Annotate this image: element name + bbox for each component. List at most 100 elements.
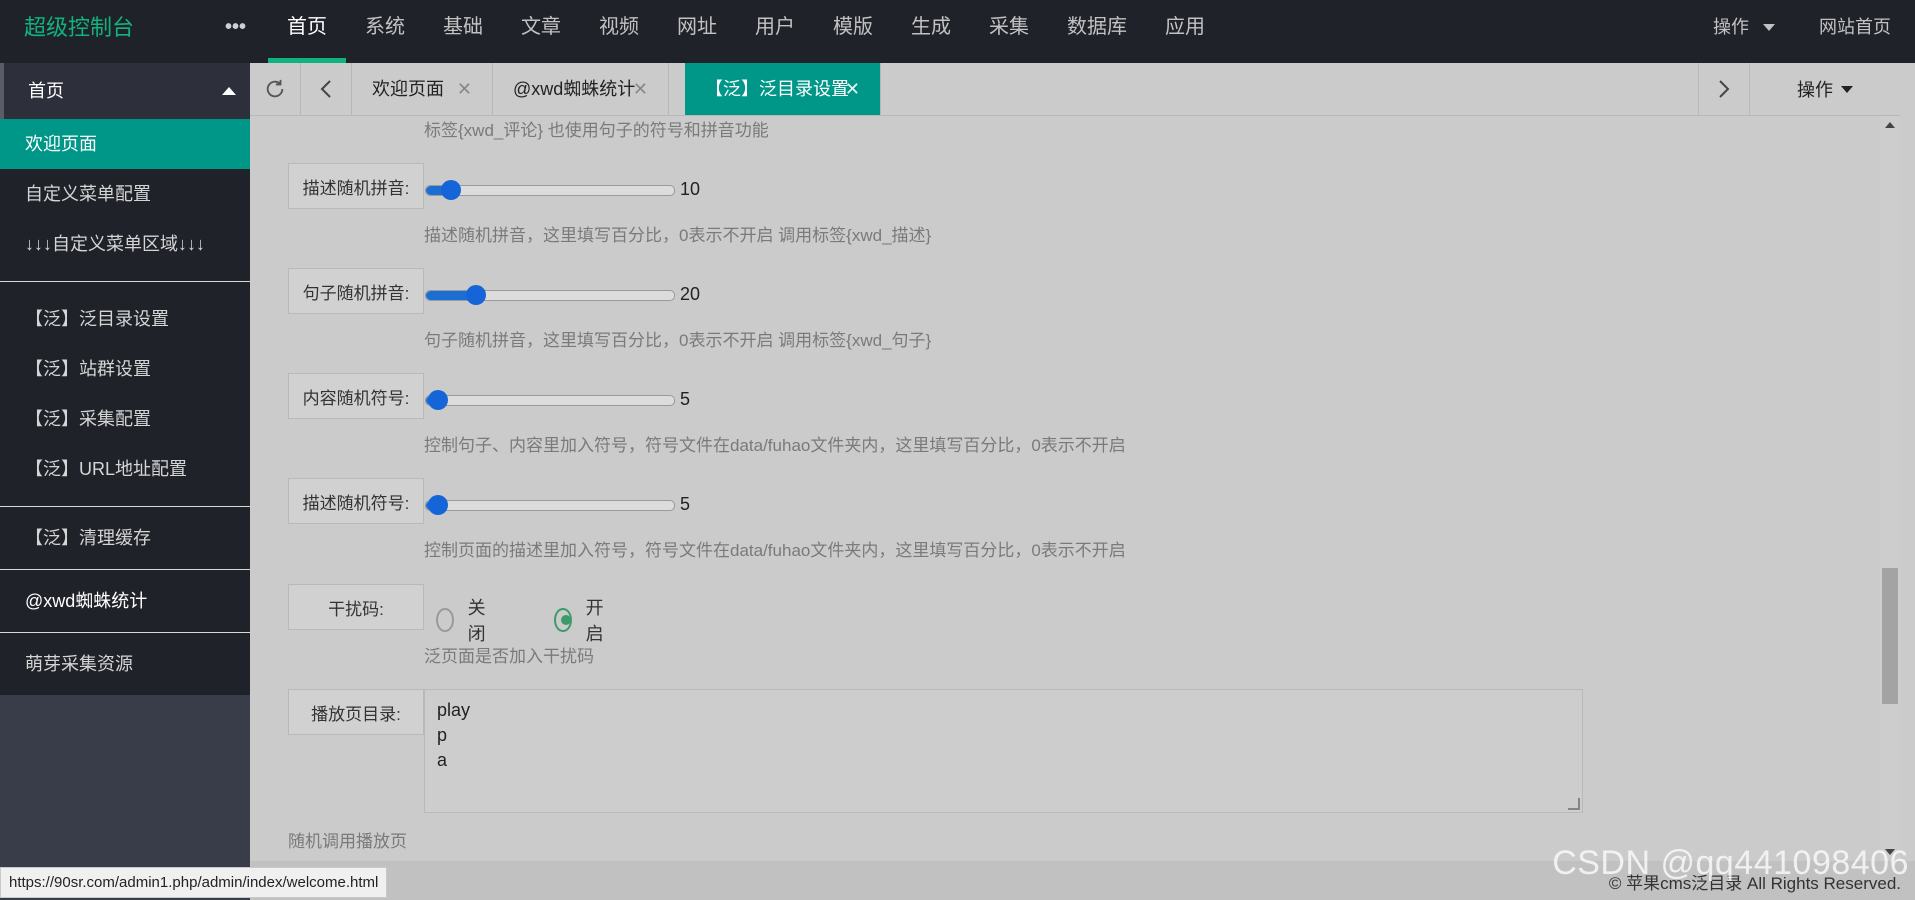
close-icon[interactable]: ✕ (457, 63, 472, 115)
status-url-tooltip: https://90sr.com/admin1.php/admin/index/… (0, 867, 388, 898)
help-text: 控制句子、内容里加入符号，符号文件在data/fuhao文件夹内，这里填写百分比… (424, 436, 1126, 455)
desc-symbol-slider[interactable] (425, 495, 675, 515)
sidebar-item-spider-stats[interactable]: @xwd蜘蛛统计 (0, 576, 250, 626)
nav-item-system[interactable]: 系统 (346, 0, 424, 63)
content-symbol-slider[interactable] (425, 390, 675, 410)
slider-value: 10 (680, 179, 701, 199)
slider-thumb[interactable] (428, 390, 449, 410)
sidebar-item-welcome[interactable]: 欢迎页面 (0, 119, 250, 169)
sidebar-item-url-config[interactable]: 【泛】URL地址配置 (0, 444, 250, 494)
field-label: 描述随机拼音: (288, 163, 424, 209)
sidebar-gap (0, 494, 250, 506)
field-label: 干扰码: (288, 584, 424, 630)
vertical-scrollbar[interactable] (1880, 116, 1900, 861)
sidebar-item-site-group[interactable]: 【泛】站群设置 (0, 344, 250, 394)
watermark-text: CSDN @qq441098406 (1552, 844, 1909, 882)
chevron-right-icon (1719, 80, 1730, 98)
field-label: 内容随机符号: (288, 373, 424, 419)
tabs-bar: 欢迎页面 ✕ @xwd蜘蛛统计 ✕ 【泛】泛目录设置 ✕ 操作 (250, 63, 1900, 116)
tab-welcome[interactable]: 欢迎页面 ✕ (352, 63, 493, 115)
tabs-ops-dropdown[interactable]: 操作 (1749, 63, 1900, 115)
nav-item-generate[interactable]: 生成 (892, 0, 970, 63)
help-text: 控制页面的描述里加入符号，符号文件在data/fuhao文件夹内，这里填写百分比… (424, 541, 1126, 560)
site-home-link[interactable]: 网站首页 (1799, 0, 1915, 55)
more-menu-button[interactable]: ••• (225, 0, 246, 55)
tabs-next-button[interactable] (1698, 63, 1749, 115)
scrollbar-thumb[interactable] (1882, 568, 1898, 704)
help-text: 泛页面是否加入干扰码 (424, 647, 594, 666)
help-text: 随机调用播放页 (288, 832, 407, 851)
slider-thumb[interactable] (440, 180, 461, 200)
nav-item-database[interactable]: 数据库 (1048, 0, 1146, 63)
sidebar: 首页 欢迎页面 自定义菜单配置 ↓↓↓自定义菜单区域↓↓↓ 【泛】泛目录设置 【… (0, 63, 250, 900)
nav-item-collect[interactable]: 采集 (970, 0, 1048, 63)
tabs-right-controls: 操作 (1698, 63, 1900, 115)
slider-value: 5 (680, 494, 691, 514)
tab-fan-settings[interactable]: 【泛】泛目录设置 ✕ (685, 63, 881, 115)
nav-item-article[interactable]: 文章 (502, 0, 580, 63)
tab-label: @xwd蜘蛛统计 (513, 79, 636, 99)
tabs-ops-label: 操作 (1797, 80, 1833, 100)
ops-dropdown[interactable]: 操作 (1693, 0, 1799, 55)
caret-down-icon (1841, 85, 1853, 93)
tab-spider-stats[interactable]: @xwd蜘蛛统计 ✕ (493, 63, 669, 115)
caret-up-icon (222, 87, 236, 95)
sidebar-block: @xwd蜘蛛统计 (0, 570, 250, 632)
nav-item-template[interactable]: 模版 (814, 0, 892, 63)
sidebar-group-label: 首页 (28, 81, 64, 101)
radio-checked-icon (554, 608, 572, 632)
slider-value: 5 (680, 389, 691, 409)
slider-value: 20 (680, 284, 701, 304)
settings-form: 标签{xwd_评论} 也使用句子的符号和拼音功能 描述随机拼音: 10 描述随机… (250, 116, 1880, 861)
slider-thumb[interactable] (465, 285, 486, 305)
textarea-line: p (437, 725, 448, 745)
topbar-right: 操作 网站首页 (1693, 0, 1915, 55)
sidebar-item-fan-settings[interactable]: 【泛】泛目录设置 (0, 294, 250, 344)
radio-off[interactable]: 关闭 (436, 594, 492, 646)
main-nav: 首页 系统 基础 文章 视频 网址 用户 模版 生成 采集 数据库 应用 (268, 0, 1224, 63)
sidebar-item-mengya[interactable]: 萌芽采集资源 (0, 639, 250, 689)
nav-item-apps[interactable]: 应用 (1146, 0, 1224, 63)
sidebar-group-home[interactable]: 首页 (0, 63, 250, 119)
sidebar-block: 【泛】泛目录设置 【泛】站群设置 【泛】采集配置 【泛】URL地址配置 (0, 282, 250, 506)
textarea-line: play (437, 700, 471, 720)
radio-label: 关闭 (467, 598, 486, 644)
sidebar-item-custom-area[interactable]: ↓↓↓自定义菜单区域↓↓↓ (0, 219, 250, 269)
help-text: 句子随机拼音，这里填写百分比，0表示不开启 调用标签{xwd_句子} (424, 331, 932, 350)
app-logo-title[interactable]: 超级控制台 (24, 0, 134, 55)
scroll-up-icon[interactable] (1885, 122, 1895, 128)
resize-handle-icon[interactable] (1568, 798, 1580, 810)
nav-item-home[interactable]: 首页 (268, 0, 346, 63)
help-text: 描述随机拼音，这里填写百分比，0表示不开启 调用标签{xwd_描述} (424, 226, 932, 245)
help-text: 标签{xwd_评论} 也使用句子的符号和拼音功能 (424, 121, 769, 140)
chevron-left-icon (320, 80, 331, 98)
refresh-button[interactable] (250, 63, 301, 115)
tabs-prev-button[interactable] (301, 63, 352, 115)
field-label: 播放页目录: (288, 689, 424, 735)
field-label: 句子随机拼音: (288, 268, 424, 314)
refresh-icon (266, 79, 284, 98)
tab-label: 【泛】泛目录设置 (705, 79, 849, 99)
ops-label: 操作 (1713, 17, 1749, 37)
sidebar-block: 【泛】清理缓存 (0, 507, 250, 569)
nav-item-video[interactable]: 视频 (580, 0, 658, 63)
caret-down-icon (1763, 24, 1775, 31)
textarea-line: a (437, 750, 448, 770)
play-dir-textarea[interactable]: play p a (424, 689, 1583, 813)
sidebar-item-collect-config[interactable]: 【泛】采集配置 (0, 394, 250, 444)
nav-item-url[interactable]: 网址 (658, 0, 736, 63)
tab-label: 欢迎页面 (372, 79, 444, 99)
close-icon[interactable]: ✕ (633, 63, 648, 115)
sentence-pinyin-slider[interactable] (425, 285, 675, 305)
sidebar-item-custom-menu[interactable]: 自定义菜单配置 (0, 169, 250, 219)
nav-item-basic[interactable]: 基础 (424, 0, 502, 63)
sidebar-block: 欢迎页面 自定义菜单配置 ↓↓↓自定义菜单区域↓↓↓ (0, 119, 250, 281)
radio-on[interactable]: 开启 (554, 594, 610, 646)
radio-circle-icon (436, 608, 454, 632)
slider-thumb[interactable] (428, 495, 449, 515)
sidebar-item-clear-cache[interactable]: 【泛】清理缓存 (0, 513, 250, 563)
nav-item-user[interactable]: 用户 (736, 0, 814, 63)
desc-pinyin-slider[interactable] (425, 180, 675, 200)
close-icon[interactable]: ✕ (845, 63, 860, 115)
top-navbar: 超级控制台 ••• 首页 系统 基础 文章 视频 网址 用户 模版 生成 采集 … (0, 0, 1915, 63)
